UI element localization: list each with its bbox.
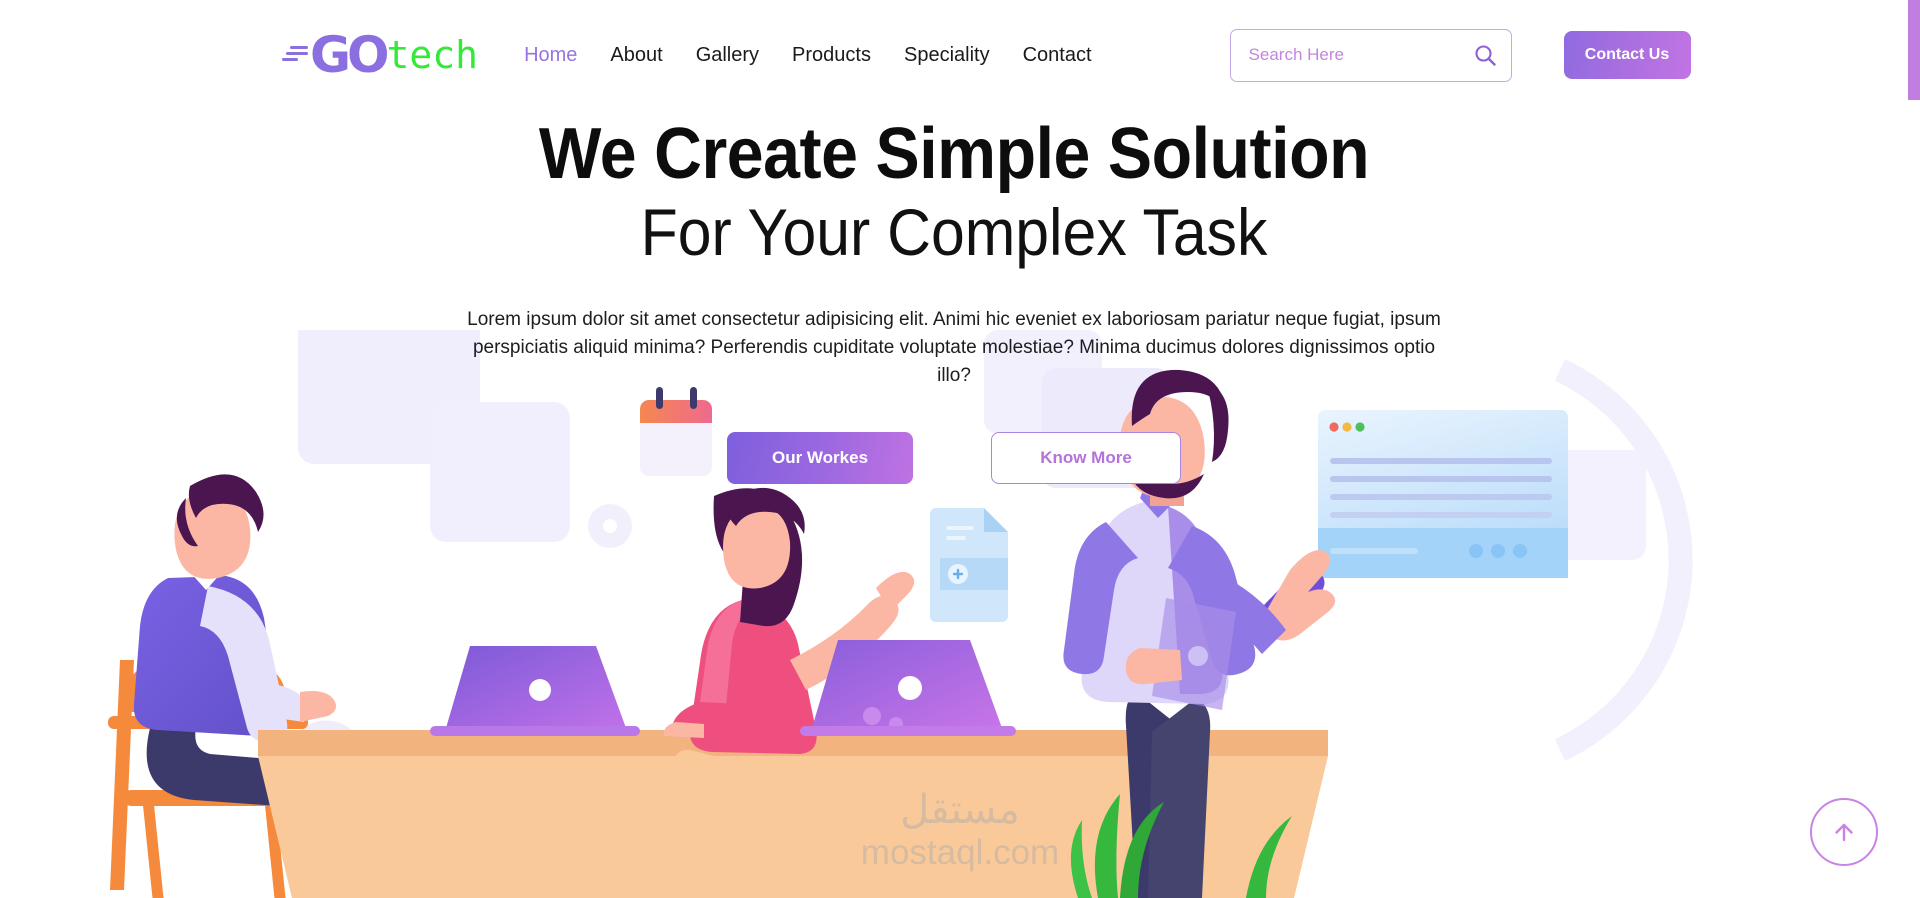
hero-title-line-1: We Create Simple Solution (538, 114, 1370, 194)
search-icon (1474, 45, 1496, 66)
know-more-button[interactable]: Know More (991, 432, 1181, 485)
nav-item-contact[interactable]: Contact (1023, 44, 1092, 67)
watermark-latin-text: mostaql.com (860, 833, 1060, 872)
plant-grass (1070, 794, 1164, 898)
search-button[interactable] (1472, 42, 1498, 68)
laptop-center (800, 640, 1016, 736)
site-logo[interactable]: GO tech (282, 30, 478, 80)
plant-grass-right (1246, 816, 1292, 898)
nav-item-gallery[interactable]: Gallery (696, 44, 759, 67)
seated-man-figure (108, 474, 336, 898)
speed-lines-icon (282, 45, 308, 65)
hero-section: We Create Simple Solution For Your Compl… (0, 114, 1908, 485)
hero-description: Lorem ipsum dolor sit amet consectetur a… (467, 308, 1441, 387)
nav-item-home[interactable]: Home (524, 44, 577, 67)
desk (258, 730, 1328, 898)
landing-page: GO tech Home About Gallery Products Spec… (0, 0, 1920, 898)
search-box (1229, 28, 1512, 82)
scroll-to-top-button[interactable] (1810, 798, 1878, 866)
seated-woman-figure (663, 487, 915, 878)
our-workes-button[interactable]: Our Workes (727, 432, 913, 485)
nav-item-about[interactable]: About (610, 44, 662, 67)
hero-action-buttons: Our Workes Know More (0, 432, 1908, 485)
logo-text-go: GO (310, 26, 390, 84)
laptop-left (430, 646, 640, 736)
watermark-arabic-text: مستقل (900, 787, 1020, 833)
nav-item-speciality[interactable]: Speciality (904, 44, 990, 67)
nav-item-products[interactable]: Products (792, 44, 871, 67)
main-navigation: Home About Gallery Products Speciality C… (524, 44, 1091, 67)
arrow-up-icon (1835, 823, 1853, 842)
page-scrollbar-track[interactable] (1908, 0, 1920, 898)
pointing-hand (1240, 550, 1336, 641)
logo-text-tech: tech (386, 33, 479, 77)
search-input[interactable] (1229, 28, 1512, 82)
mostaql-watermark: مستقل mostaql.com (861, 790, 1059, 873)
page-scrollbar-thumb[interactable] (1908, 0, 1920, 100)
document-icon (930, 508, 1008, 622)
site-header: GO tech Home About Gallery Products Spec… (0, 0, 1908, 110)
hero-title-line-2: For Your Complex Task (640, 195, 1268, 269)
contact-us-button[interactable]: Contact Us (1563, 31, 1691, 79)
